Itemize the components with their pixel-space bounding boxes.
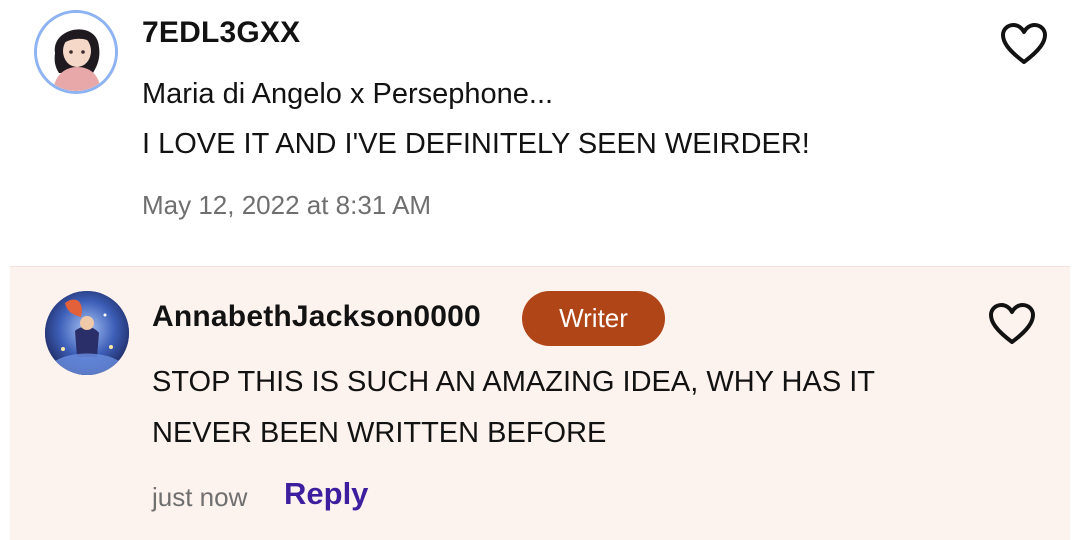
heart-icon[interactable] [1000, 22, 1048, 66]
username[interactable]: AnnabethJackson0000 [152, 300, 481, 334]
user-avatar[interactable] [34, 10, 118, 94]
username[interactable]: 7EDL3GXX [142, 16, 300, 50]
heart-icon[interactable] [988, 302, 1036, 346]
reply-timestamp: just now [152, 482, 248, 512]
comment-text-line: Maria di Angelo x Persephone... [142, 78, 554, 110]
writer-badge: Writer [522, 291, 665, 346]
user-avatar[interactable] [45, 291, 129, 375]
reply-text-line: STOP THIS IS SUCH AN AMAZING IDEA, WHY H… [152, 366, 876, 398]
avatar-illustration [45, 291, 129, 375]
reply-button[interactable]: Reply [284, 476, 368, 512]
comment: 7EDL3GXX Maria di Angelo x Persephone...… [0, 0, 1080, 266]
avatar-illustration [37, 13, 115, 91]
comment-timestamp: May 12, 2022 at 8:31 AM [142, 190, 432, 220]
comment-text-line: I LOVE IT AND I'VE DEFINITELY SEEN WEIRD… [142, 128, 810, 160]
reply-text-line: NEVER BEEN WRITTEN BEFORE [152, 417, 607, 449]
